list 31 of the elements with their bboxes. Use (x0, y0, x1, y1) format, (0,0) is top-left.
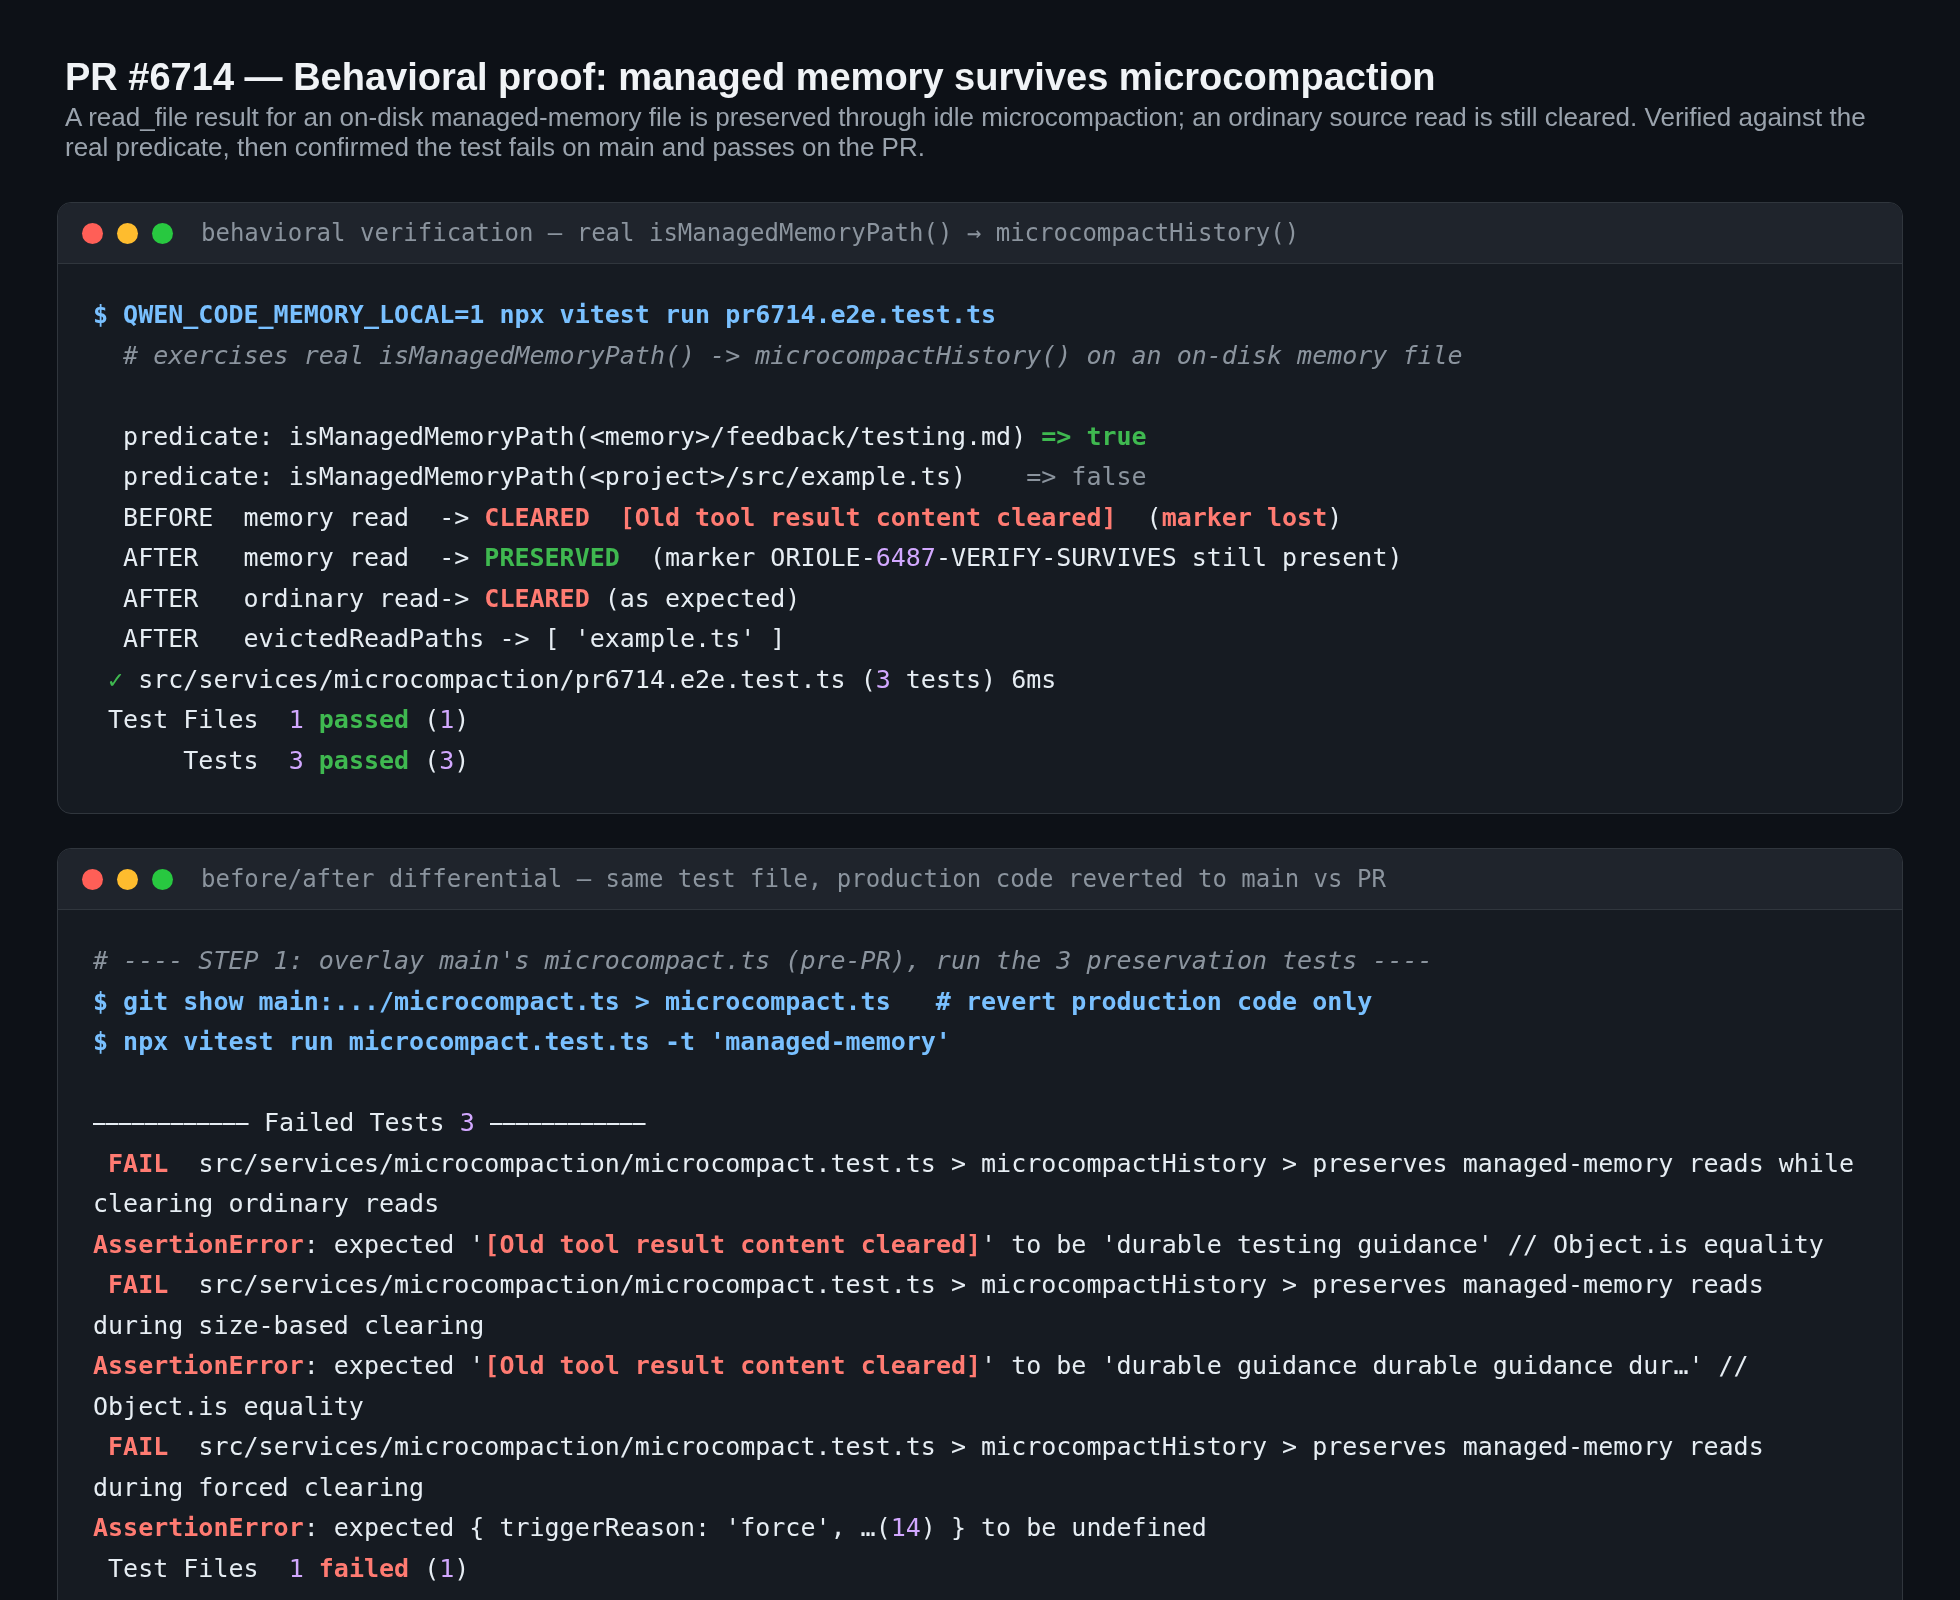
window-close-icon (82, 868, 103, 890)
terminal-line: ✓ src/services/microcompaction/pr6714.e2e.test.ts (3 tests) 6ms (107, 663, 1058, 696)
window-minimize-icon (117, 222, 138, 244)
terminal-line: Test Files 1 passed (1) (107, 704, 471, 736)
terminal-line: AFTER ordinary read-> CLEARED (as expected) (122, 582, 802, 615)
window-maximize-icon (152, 222, 173, 244)
terminal-line: FAIL src/services/microcompaction/microcompact.test.ts > microcompactHistory > preserves managed-memory reads during forced clearing (93, 1431, 1765, 1504)
terminal-line: # ---- STEP 1: overlay main's microcompact.ts (pre-PR), run the 3 preservation tests ---- (93, 945, 1434, 977)
terminal-line: $ git show main:.../microcompact.ts > microcompact.ts # revert production code only (93, 985, 1374, 1018)
terminal-line: AssertionError: expected { triggerReason: 'force', …(14) } to be undefined (93, 1512, 1208, 1544)
terminal-line: predicate: isManagedMemoryPath(<memory>/feedback/testing.md) => true (122, 420, 1148, 453)
page-description: A read_file result for an on-disk managed-memory file is preserved through idle microcompaction; an ordinary source read is still cleared. Verified against the real predicate, then confirmed the test fails on main and passes on the PR. (65, 102, 1867, 162)
terminal-line: Test Files 1 failed (1) (107, 1552, 471, 1585)
terminal-line: AssertionError: expected '[Old tool result content cleared]' to be 'durable testing guidance' // Object.is equality (93, 1228, 1825, 1261)
terminal-line: # exercises real isManagedMemoryPath() -> microcompactHistory() on an on-disk memory file (122, 339, 1464, 372)
window-minimize-icon (117, 868, 138, 890)
terminal-line: $ QWEN_CODE_MEMORY_LOCAL=1 npx vitest run pr6714.e2e.test.ts (93, 299, 998, 331)
terminal-line: AFTER evictedReadPaths -> [ 'example.ts' ] (122, 623, 787, 655)
terminal-line: predicate: isManagedMemoryPath(<project>/src/example.ts) => false (122, 461, 1148, 493)
window-close-icon (82, 222, 103, 244)
terminal-line: FAIL src/services/microcompaction/microcompact.test.ts > microcompactHistory > preserves managed-memory reads during size-based clearing (93, 1269, 1765, 1342)
window-maximize-icon (152, 868, 173, 890)
terminal-title: behavioral verification — real isManagedMemoryPath() → microcompactHistory() (201, 219, 1300, 247)
terminal-line: FAIL src/services/microcompaction/microcompact.test.ts > microcompactHistory > preserves managed-memory reads while clearing ordinary reads (93, 1147, 1856, 1220)
terminal-line: ⎯⎯⎯⎯⎯⎯⎯⎯⎯⎯⎯⎯ Failed Tests 3 ⎯⎯⎯⎯⎯⎯⎯⎯⎯⎯⎯⎯ (93, 1107, 647, 1139)
terminal-line: BEFORE memory read -> CLEARED [Old tool result content cleared] (marker lost) (122, 501, 1344, 534)
terminal-line: AFTER memory read -> PRESERVED (marker ORIOLE-6487-VERIFY-SURVIVES still present) (122, 542, 1404, 574)
page-title: PR #6714 — Behavioral proof: managed memory survives microcompaction (65, 55, 1437, 100)
terminal-title: before/after differential — same test file, production code reverted to main vs PR (201, 865, 1386, 893)
terminal-line: $ npx vitest run microcompact.test.ts -t 'managed-memory' (93, 1026, 952, 1058)
terminal-line: Tests 3 passed (3) (182, 744, 471, 777)
